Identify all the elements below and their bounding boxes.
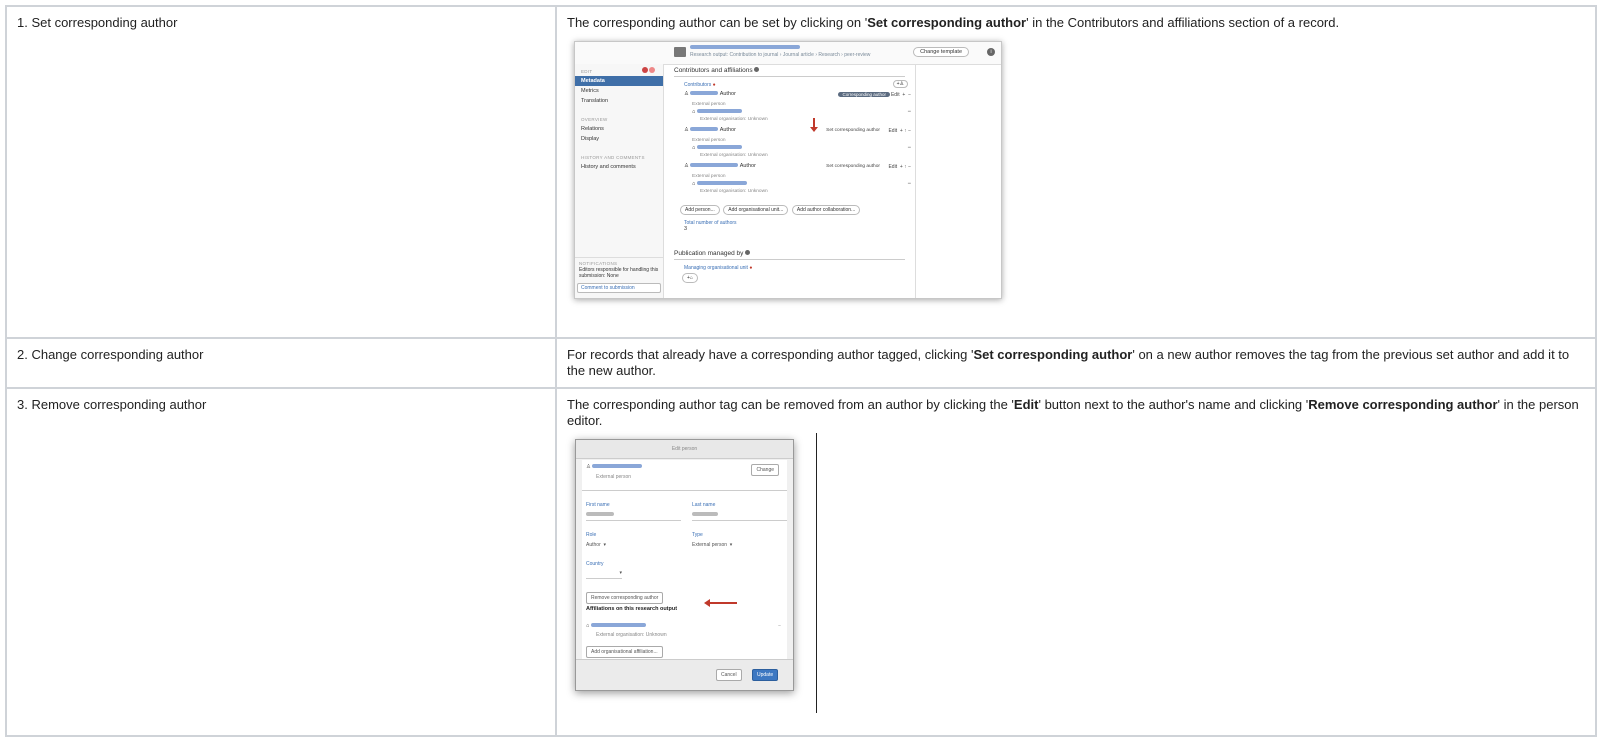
row-actions[interactable]: Edit + − [891,92,911,98]
sidebar-item-translation[interactable]: Translation [575,96,663,106]
edit-button[interactable]: Edit [891,92,900,98]
add-person-icon[interactable]: +♙ [892,80,908,88]
sidebar-item-metrics[interactable]: Metrics [575,86,663,96]
book-icon [674,47,686,57]
notifications-panel: NOTIFICATIONS Editors responsible for ha… [575,257,663,298]
add-org-unit-button[interactable]: Add organisational unit... [723,205,789,215]
instructions-table: 1. Set corresponding author The correspo… [5,5,1597,737]
contributors-section: Contributors and affiliations Contributo… [670,64,915,298]
person-header: ♙ [586,464,643,470]
contributors-label: Contributors [684,82,712,88]
step-description: The corresponding author can be set by c… [567,15,1340,30]
remove-affiliation-icon[interactable]: − [907,181,911,187]
comment-button[interactable]: Comment to submission [577,283,661,293]
add-collaboration-button[interactable]: Add author collaboration... [791,205,861,215]
managing-unit-label: Managing organisational unit [684,265,748,271]
set-corresponding-author-button[interactable]: Set corresponding author [826,128,880,133]
red-arrow-down-icon [810,118,818,132]
red-arrow-left-icon [704,599,737,607]
step-description: For records that already have a correspo… [567,347,1570,378]
update-button[interactable]: Update [752,669,779,681]
step-cell: 3. Remove corresponding author [5,387,557,737]
table-row: 2. Change corresponding author For recor… [5,337,1597,389]
description-cell: The corresponding author can be set by c… [555,5,1597,339]
contributor-row: ♙ Author Set corresponding author Edit +… [684,127,911,134]
info-icon[interactable] [754,67,760,72]
remove-affiliation-icon[interactable]: − [907,145,911,151]
sidebar-item-metadata[interactable]: Metadata [575,76,663,86]
remove-corresponding-author-button[interactable]: Remove corresponding author [586,592,664,604]
edit-button[interactable]: Edit [888,128,897,134]
add-buttons: Add person... Add organisational unit...… [680,205,915,215]
record-title-blurred [690,45,800,51]
step-cell: 1. Set corresponding author [5,5,557,339]
edit-button[interactable]: Edit [888,164,897,170]
change-button[interactable]: Change [751,464,779,476]
sidebar-heading-history: HISTORY AND COMMENTS [581,155,645,160]
breadcrumb: Research output: Contribution to journal… [690,52,871,58]
add-person-button[interactable]: Add person... [680,205,720,215]
record-header: Research output: Contribution to journal… [575,42,1001,65]
corresponding-author-badge: Corresponding author [838,92,890,97]
sidebar: EDIT Metadata Metrics Translation OVERVI… [575,64,664,298]
set-corresponding-author-button[interactable]: Set corresponding author [826,164,880,169]
first-name-field[interactable] [586,512,681,521]
divider [816,433,817,713]
step-label: 3. Remove corresponding author [17,397,207,412]
last-name-field[interactable] [692,512,787,521]
table-row: 1. Set corresponding author The correspo… [5,5,1597,339]
description-cell: The corresponding author tag can be remo… [555,387,1597,737]
screenshot-edit-person-dialog: Edit person ♙ External person Change Fir… [575,439,794,691]
add-affiliation-button[interactable]: Add organisational affiliation... [586,646,663,658]
sidebar-item-history[interactable]: History and comments [575,162,663,172]
person-icon: ♙ [586,464,591,470]
sidebar-heading-overview: OVERVIEW [581,117,608,122]
remove-affiliation-icon[interactable]: − [778,623,781,629]
sidebar-item-display[interactable]: Display [575,134,663,144]
change-template-button[interactable]: Change template [913,47,969,57]
dialog-title: Edit person [576,440,793,459]
dialog-body: ♙ External person Change First name Last… [582,460,787,660]
organisation-icon: ⌂ [586,623,590,629]
person-icon: ♙ [684,163,689,169]
country-select[interactable]: ▾ [586,570,622,579]
person-icon: ♙ [684,91,689,97]
organisation-icon: ⌂ [692,145,696,151]
contributor-row: ♙ Author Set corresponding author Edit +… [684,163,911,170]
step-label: 1. Set corresponding author [17,15,178,30]
table-row: 3. Remove corresponding author The corre… [5,387,1597,737]
type-select[interactable]: External person ▾ [692,542,732,548]
info-icon[interactable]: i [987,48,995,56]
step-label: 2. Change corresponding author [17,347,204,362]
contributor-row: ♙ Author Corresponding author Edit + − [684,91,911,98]
step-description: The corresponding author tag can be remo… [567,397,1579,428]
language-flags-icon[interactable] [642,67,658,73]
remove-affiliation-icon[interactable]: − [907,109,911,115]
add-managing-unit-icon[interactable]: +⌂ [682,273,698,283]
affiliation-row: ⌂ [586,623,646,629]
organisation-icon: ⌂ [692,181,696,187]
section-title: Contributors and affiliations [674,67,753,74]
row-actions[interactable]: Edit + ↑ − [888,128,911,134]
step-cell: 2. Change corresponding author [5,337,557,389]
notifications-text: Editors responsible for handling this su… [579,267,659,279]
cancel-button[interactable]: Cancel [716,669,742,681]
role-select[interactable]: Author ▾ [586,542,606,548]
info-icon[interactable] [745,250,751,255]
description-cell: For records that already have a correspo… [555,337,1597,389]
total-authors-value: 3 [684,226,688,232]
dialog-footer: Cancel Update [576,659,793,690]
sidebar-item-relations[interactable]: Relations [575,124,663,134]
person-icon: ♙ [684,127,689,133]
managed-by-title: Publication managed by [674,250,744,257]
screenshot-contributors: Research output: Contribution to journal… [574,41,1002,299]
notifications-heading: NOTIFICATIONS [579,261,618,266]
row-actions[interactable]: Edit + ↑ − [888,164,911,170]
organisation-icon: ⌂ [692,109,696,115]
